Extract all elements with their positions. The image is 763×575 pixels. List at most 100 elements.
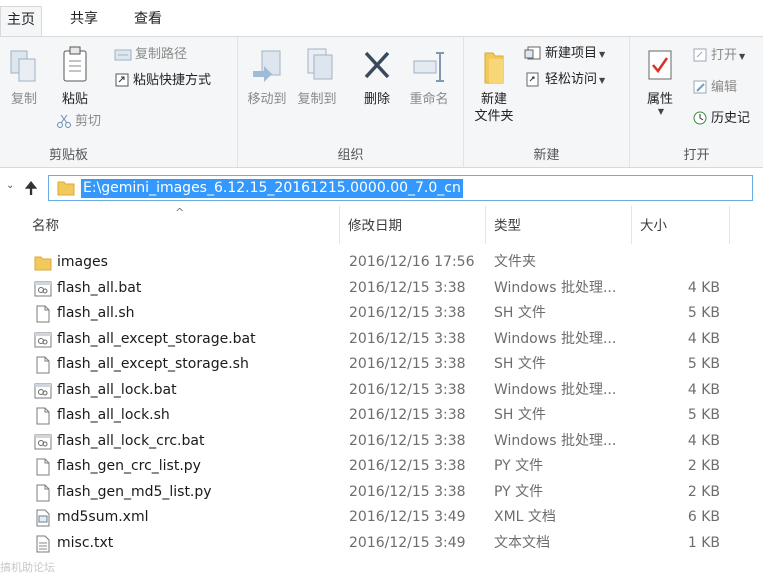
easy-access-button[interactable]: 轻松访问 ▼ bbox=[524, 70, 605, 90]
folder-icon bbox=[57, 181, 75, 196]
open-group-label: 打开 bbox=[683, 148, 710, 163]
new-folder-button[interactable]: 新建 文件夹 bbox=[470, 47, 518, 125]
new-folder-icon bbox=[484, 52, 504, 84]
file-type: 文件夹 bbox=[494, 254, 536, 270]
file-row[interactable]: flash_gen_crc_list.py 2016/12/15 3:38 PY 文… bbox=[0, 454, 763, 480]
file-type: PY 文件 bbox=[494, 458, 544, 474]
column-type[interactable]: 类型 bbox=[486, 206, 632, 244]
file-size: 4 KB bbox=[687, 381, 720, 398]
file-type: PY 文件 bbox=[494, 483, 544, 500]
file-date: 2016/12/15 3:38 bbox=[349, 356, 466, 372]
file-type: Windows 批处理... bbox=[494, 330, 617, 347]
ribbon-tabs: 主页 共享 查看 bbox=[0, 0, 763, 37]
file-name: flash_all_lock.sh bbox=[57, 407, 170, 423]
move-to-button[interactable]: 移动到 bbox=[244, 47, 290, 108]
file-row[interactable]: flash_all_except_storage.sh 2016/12/15 3:… bbox=[0, 352, 763, 378]
column-date[interactable]: 修改日期 bbox=[340, 206, 486, 244]
file-date: 2016/12/15 3:38 bbox=[349, 305, 466, 321]
file-name: flash_all_except_storage.sh bbox=[57, 356, 249, 372]
tab-view[interactable]: 查看 bbox=[128, 6, 168, 36]
rename-button[interactable]: 重命名 bbox=[404, 47, 454, 108]
copy-to-button[interactable]: 复制到 bbox=[294, 47, 340, 108]
paste-shortcut-icon bbox=[115, 73, 129, 87]
properties-icon bbox=[648, 50, 672, 80]
file-type: SH 文件 bbox=[494, 305, 546, 321]
file-type: Windows 批处理... bbox=[494, 432, 617, 449]
file-row[interactable]: flash_all.bat 2016/12/15 3:38 Windows 批处理.… bbox=[0, 276, 763, 302]
file-row[interactable]: flash_gen_md5_list.py 2016/12/15 3:38 PY 文… bbox=[0, 480, 763, 506]
edit-icon bbox=[693, 80, 707, 94]
file-date: 2016/12/15 3:49 bbox=[349, 534, 466, 551]
text-file-icon bbox=[34, 535, 52, 563]
new-group: 新建 文件夹 新建项目 ▼ 轻松访问 ▼ 新建 bbox=[464, 37, 630, 167]
file-date: 2016/12/15 3:38 bbox=[349, 458, 466, 474]
file-row[interactable]: flash_all_lock.bat 2016/12/15 3:38 Windows… bbox=[0, 378, 763, 404]
file-row[interactable]: flash_all.sh 2016/12/15 3:38 SH 文件 5 KB bbox=[0, 301, 763, 327]
easy-access-icon bbox=[526, 72, 539, 87]
file-type: 文本文档 bbox=[494, 534, 550, 551]
clipboard-icon bbox=[63, 46, 87, 82]
open-group: 属性 ▼ 打开 ▼ 编辑 历史记 打开 bbox=[630, 37, 763, 167]
file-row[interactable]: flash_all_except_storage.bat 2016/12/15 3… bbox=[0, 327, 763, 353]
file-row[interactable]: misc.txt 2016/12/15 3:49 文本文档 1 KB bbox=[0, 531, 763, 557]
file-date: 2016/12/15 3:49 bbox=[349, 509, 466, 525]
watermark: 搞机助论坛 bbox=[0, 561, 55, 574]
file-name: flash_all.bat bbox=[57, 279, 142, 296]
file-size: 2 KB bbox=[687, 483, 720, 500]
history-icon bbox=[693, 111, 707, 125]
edit-button[interactable]: 编辑 bbox=[692, 78, 737, 98]
copy-button[interactable]: 复制 bbox=[4, 47, 44, 108]
new-item-icon bbox=[524, 46, 541, 60]
column-name[interactable]: 名称 bbox=[24, 206, 340, 244]
chevron-down-icon: ▼ bbox=[657, 107, 665, 116]
file-type: SH 文件 bbox=[494, 407, 546, 423]
file-date: 2016/12/15 3:38 bbox=[349, 407, 466, 423]
chevron-down-icon: ▼ bbox=[739, 52, 746, 61]
file-row[interactable]: images 2016/12/16 17:56 文件夹 bbox=[0, 250, 763, 276]
file-date: 2016/12/15 3:38 bbox=[349, 279, 466, 296]
delete-x-icon bbox=[364, 51, 390, 79]
file-type: Windows 批处理... bbox=[494, 279, 617, 296]
file-date: 2016/12/16 17:56 bbox=[349, 254, 475, 270]
properties-button[interactable]: 属性 ▼ bbox=[640, 47, 680, 116]
file-date: 2016/12/15 3:38 bbox=[349, 330, 466, 347]
open-button[interactable]: 打开 ▼ bbox=[692, 46, 745, 66]
delete-button[interactable]: 删除 bbox=[358, 47, 396, 108]
file-size: 1 KB bbox=[687, 534, 720, 551]
chevron-down-icon: ▼ bbox=[599, 76, 606, 85]
address-bar[interactable]: E:\gemini_images_6.12.15_20161215.0000.0… bbox=[48, 175, 753, 201]
file-row[interactable]: md5sum.xml 2016/12/15 3:49 XML 文档 6 KB bbox=[0, 505, 763, 531]
file-row[interactable]: flash_all_lock_crc.bat 2016/12/15 3:38 Win… bbox=[0, 429, 763, 455]
file-size: 4 KB bbox=[687, 330, 720, 347]
column-size[interactable]: 大小 bbox=[632, 206, 730, 244]
up-arrow-icon[interactable]: 🠉 bbox=[24, 176, 38, 205]
tab-share[interactable]: 共享 bbox=[64, 6, 104, 36]
file-name: md5sum.xml bbox=[57, 509, 149, 525]
file-name: images bbox=[57, 254, 108, 270]
file-row[interactable]: flash_all_lock.sh 2016/12/15 3:38 SH 文件 5 K… bbox=[0, 403, 763, 429]
paste-button[interactable]: 粘贴 bbox=[54, 45, 96, 108]
file-type: SH 文件 bbox=[494, 356, 546, 372]
scissors-icon bbox=[57, 114, 71, 128]
file-type: XML 文档 bbox=[494, 509, 556, 525]
chevron-down-icon[interactable]: ⌄ bbox=[6, 180, 14, 191]
file-size: 2 KB bbox=[687, 458, 720, 474]
move-to-icon bbox=[253, 50, 281, 82]
column-header: ^ 名称 修改日期 类型 大小 bbox=[0, 206, 763, 244]
history-button[interactable]: 历史记 bbox=[692, 109, 750, 129]
file-size: 4 KB bbox=[687, 279, 720, 296]
clipboard-group-label: 剪贴板 bbox=[48, 148, 88, 163]
copy-path-button[interactable]: 复制路径 bbox=[114, 45, 187, 65]
file-size: 5 KB bbox=[687, 305, 720, 321]
tab-home[interactable]: 主页 bbox=[0, 6, 42, 37]
paste-shortcut-button[interactable]: 粘贴快捷方式 bbox=[114, 71, 211, 91]
file-list: images 2016/12/16 17:56 文件夹 flash_all.bat 20… bbox=[0, 250, 763, 556]
file-name: misc.txt bbox=[57, 534, 114, 551]
new-item-button[interactable]: 新建项目 ▼ bbox=[524, 44, 605, 64]
file-size: 5 KB bbox=[687, 407, 720, 423]
cut-button[interactable]: 剪切 bbox=[56, 112, 101, 132]
address-path[interactable]: E:\gemini_images_6.12.15_20161215.0000.0… bbox=[81, 179, 463, 198]
file-size: 4 KB bbox=[687, 432, 720, 449]
file-size: 5 KB bbox=[687, 356, 720, 372]
chevron-down-icon: ▼ bbox=[599, 50, 606, 59]
